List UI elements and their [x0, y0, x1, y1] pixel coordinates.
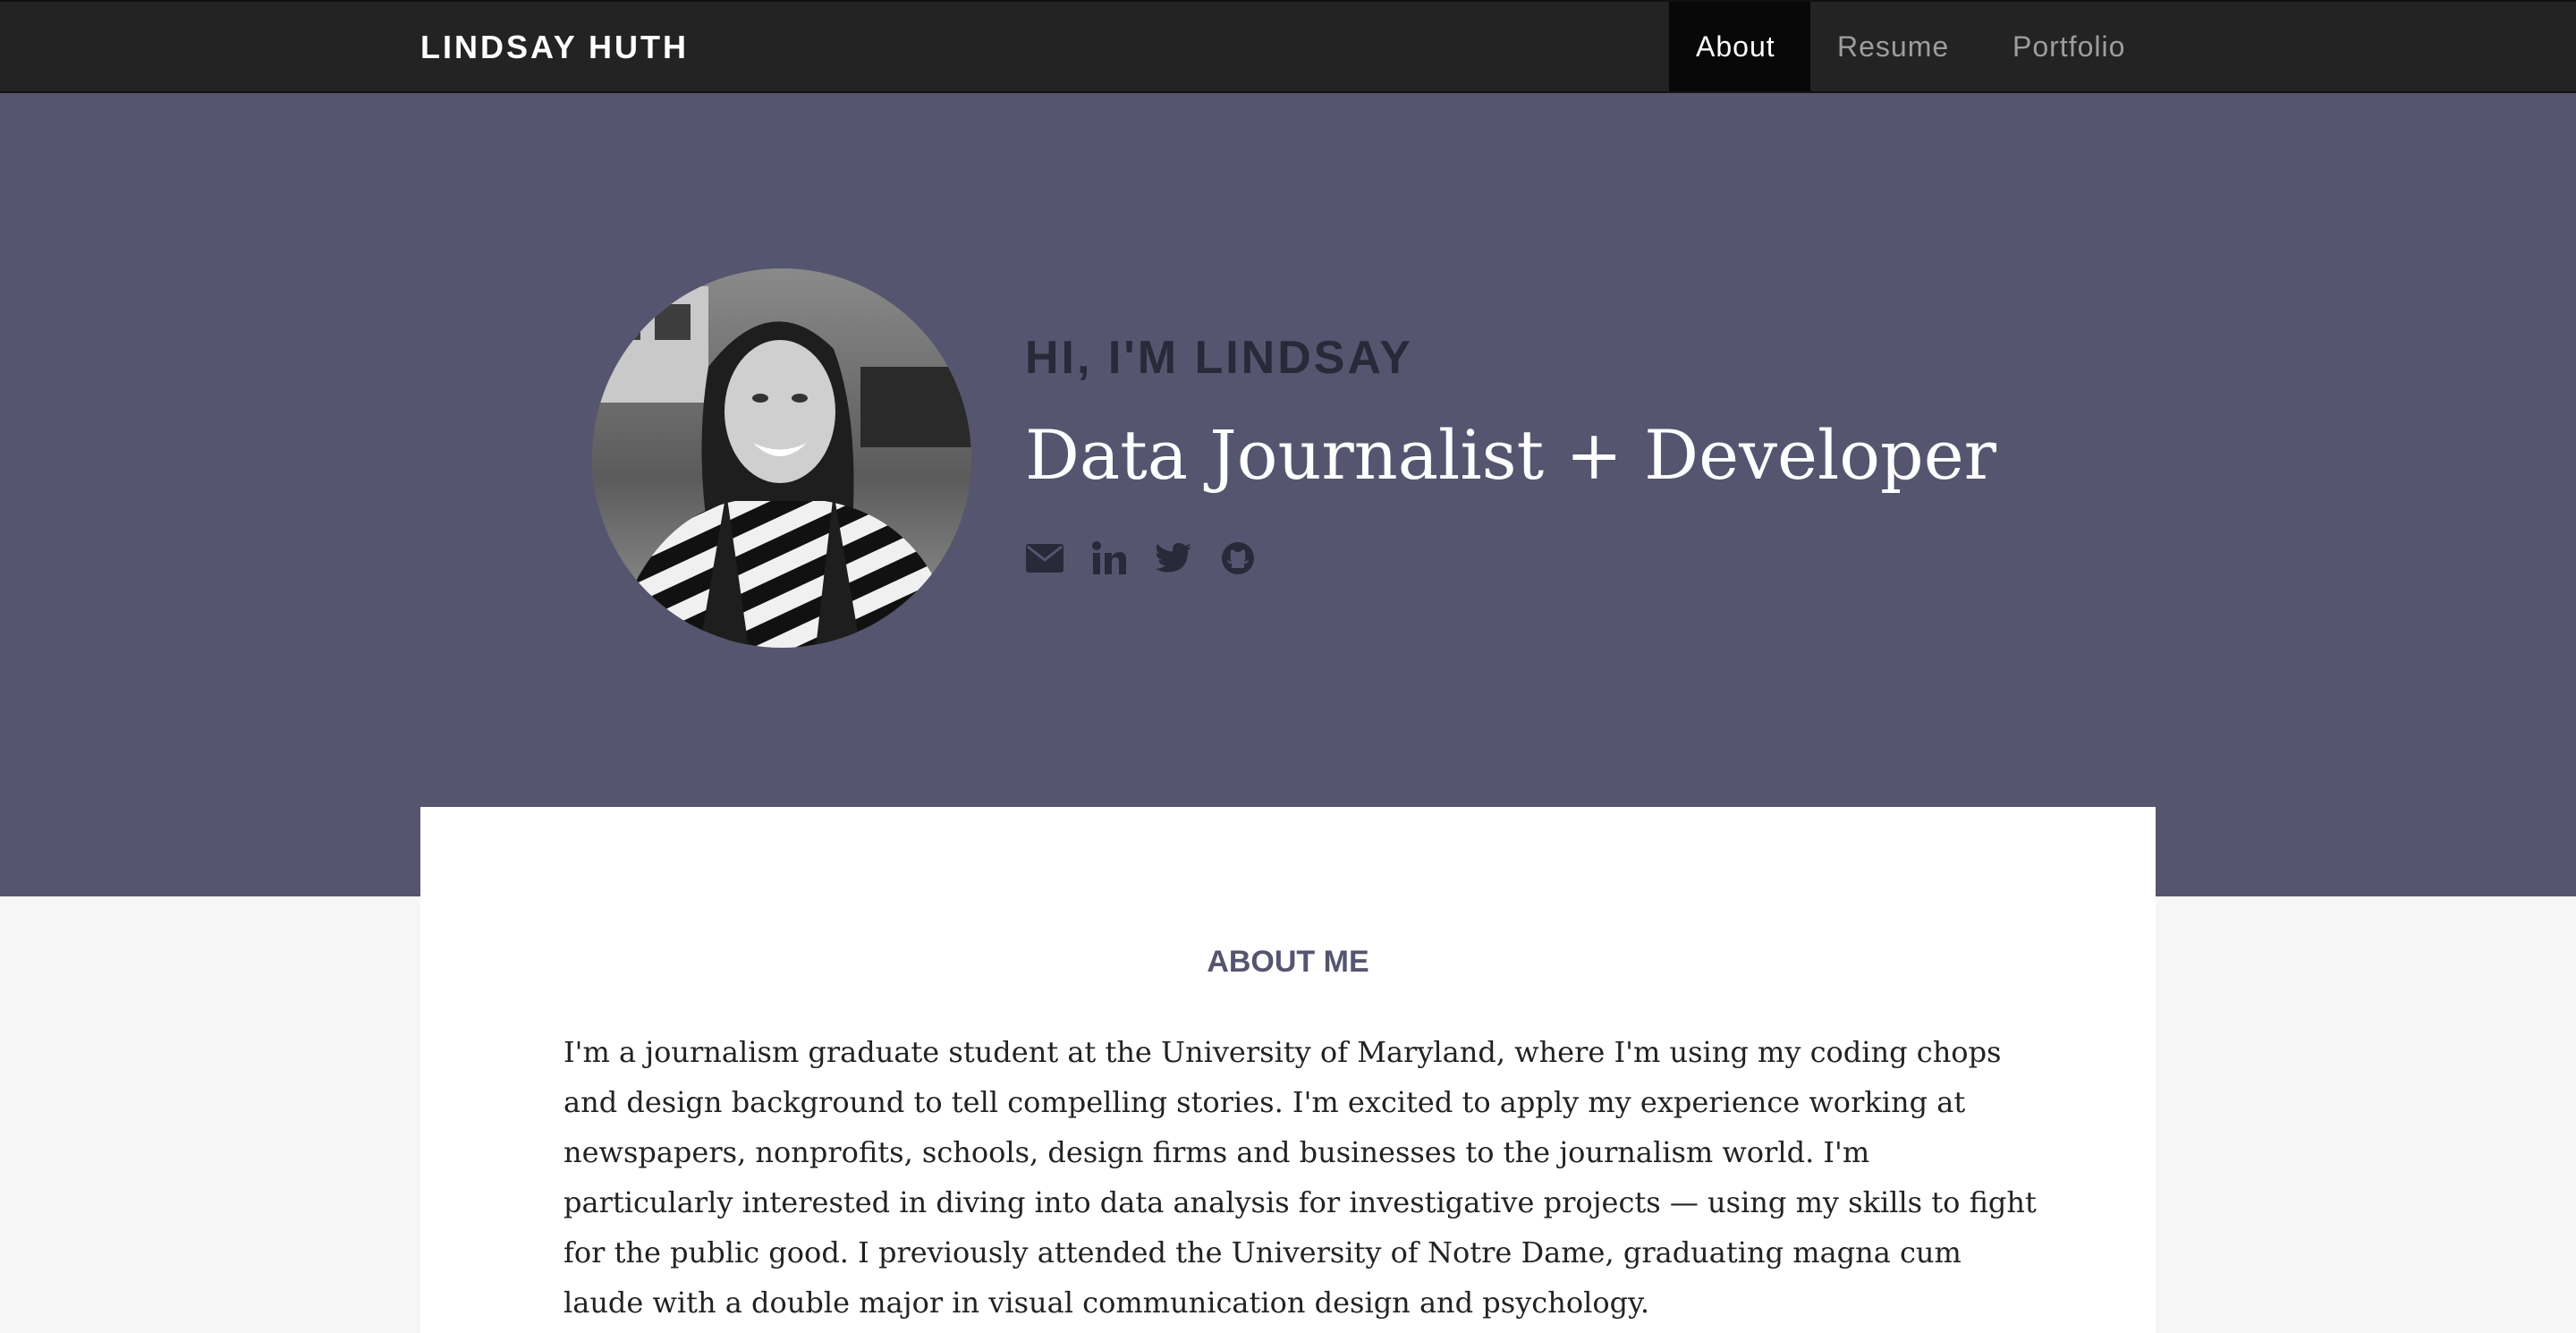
- about-card: ABOUT ME I'm a journalism graduate stude…: [420, 807, 2156, 1333]
- nav-menu: About Resume Portfolio: [1669, 2, 2165, 91]
- profile-photo: [592, 268, 971, 648]
- github-icon[interactable]: [1218, 539, 1258, 578]
- hero-banner: HI, I'M LINDSAY Data Journalist + Develo…: [0, 93, 2576, 896]
- brand-link[interactable]: LINDSAY HUTH: [420, 29, 689, 66]
- hero-greeting: HI, I'M LINDSAY: [1025, 332, 1413, 384]
- nav-item-about[interactable]: About: [1669, 2, 1810, 91]
- twitter-icon[interactable]: [1154, 539, 1193, 578]
- envelope-icon[interactable]: [1025, 539, 1064, 578]
- about-heading: ABOUT ME: [1207, 945, 1369, 979]
- social-links: [1025, 539, 1258, 578]
- linkedin-icon[interactable]: [1089, 539, 1129, 578]
- nav-item-portfolio[interactable]: Portfolio: [1986, 2, 2165, 91]
- about-body: I'm a journalism graduate student at the…: [564, 1035, 2037, 1320]
- nav-item-resume[interactable]: Resume: [1810, 2, 1986, 91]
- top-navbar: LINDSAY HUTH About Resume Portfolio: [0, 0, 2576, 93]
- hero-tagline: Data Journalist + Developer: [1025, 415, 1997, 495]
